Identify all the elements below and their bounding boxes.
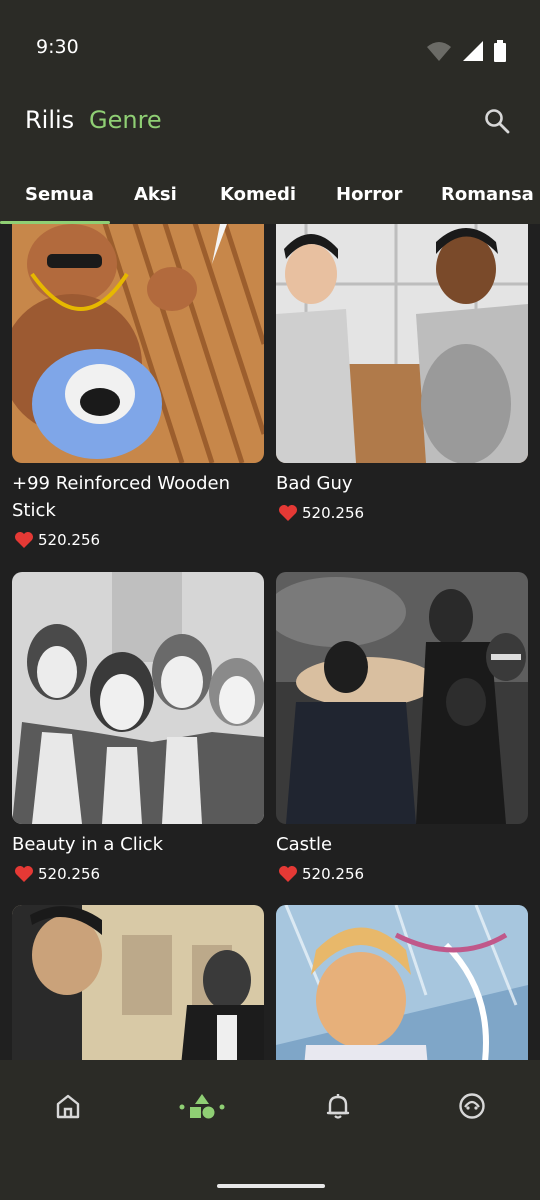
heart-icon bbox=[15, 866, 33, 882]
genre-shapes-icon[interactable] bbox=[178, 1092, 226, 1120]
bottom-navigation bbox=[0, 1060, 540, 1200]
status-time: 9:30 bbox=[36, 36, 79, 58]
like-count-value: 520.256 bbox=[302, 504, 365, 522]
heart-icon bbox=[279, 505, 297, 521]
status-bar: 9:30 bbox=[0, 0, 540, 96]
bell-icon[interactable] bbox=[324, 1092, 352, 1120]
genre-link[interactable]: Genre bbox=[89, 106, 162, 134]
home-icon[interactable] bbox=[54, 1092, 82, 1120]
tab-semua[interactable]: Semua bbox=[25, 184, 94, 205]
heart-icon bbox=[279, 866, 297, 882]
comic-title[interactable]: +99 Reinforced Wooden Stick bbox=[12, 470, 264, 524]
battery-icon bbox=[494, 40, 506, 62]
comic-title[interactable]: Bad Guy bbox=[276, 470, 528, 497]
like-count-value: 520.256 bbox=[38, 531, 101, 549]
like-count-value: 520.256 bbox=[302, 865, 365, 883]
app-header: Rilis Genre bbox=[0, 96, 540, 166]
wifi-icon bbox=[427, 42, 451, 61]
comic-title[interactable]: Beauty in a Click bbox=[12, 831, 264, 858]
tab-komedi[interactable]: Komedi bbox=[220, 184, 296, 205]
comic-cover-image[interactable] bbox=[276, 572, 528, 824]
tab-aksi[interactable]: Aksi bbox=[134, 184, 177, 205]
signal-icon bbox=[463, 41, 483, 61]
like-count: 520.256 bbox=[278, 504, 364, 522]
search-icon[interactable] bbox=[484, 108, 510, 134]
status-icons bbox=[426, 40, 506, 62]
like-count: 520.256 bbox=[14, 531, 100, 549]
tab-romansa[interactable]: Romansa bbox=[441, 184, 534, 205]
like-count-value: 520.256 bbox=[38, 865, 101, 883]
category-tabs: Semua Aksi Komedi Horror Romansa bbox=[0, 166, 540, 224]
page-title-rilis[interactable]: Rilis bbox=[25, 106, 74, 134]
heart-icon bbox=[15, 532, 33, 548]
tab-horror[interactable]: Horror bbox=[336, 184, 402, 205]
comic-cover-image[interactable] bbox=[276, 224, 528, 463]
like-count: 520.256 bbox=[278, 865, 364, 883]
gesture-home-bar[interactable] bbox=[217, 1184, 325, 1188]
comic-title[interactable]: Castle bbox=[276, 831, 528, 858]
comic-cover-image[interactable] bbox=[276, 905, 528, 1060]
comic-cover-image[interactable] bbox=[12, 224, 264, 463]
comic-cover-image[interactable] bbox=[12, 572, 264, 824]
comic-grid: +99 Reinforced Wooden Stick 520.256 Bad … bbox=[0, 224, 540, 1060]
like-count: 520.256 bbox=[14, 865, 100, 883]
comic-cover-image[interactable] bbox=[12, 905, 264, 1060]
profile-icon[interactable] bbox=[458, 1092, 486, 1120]
